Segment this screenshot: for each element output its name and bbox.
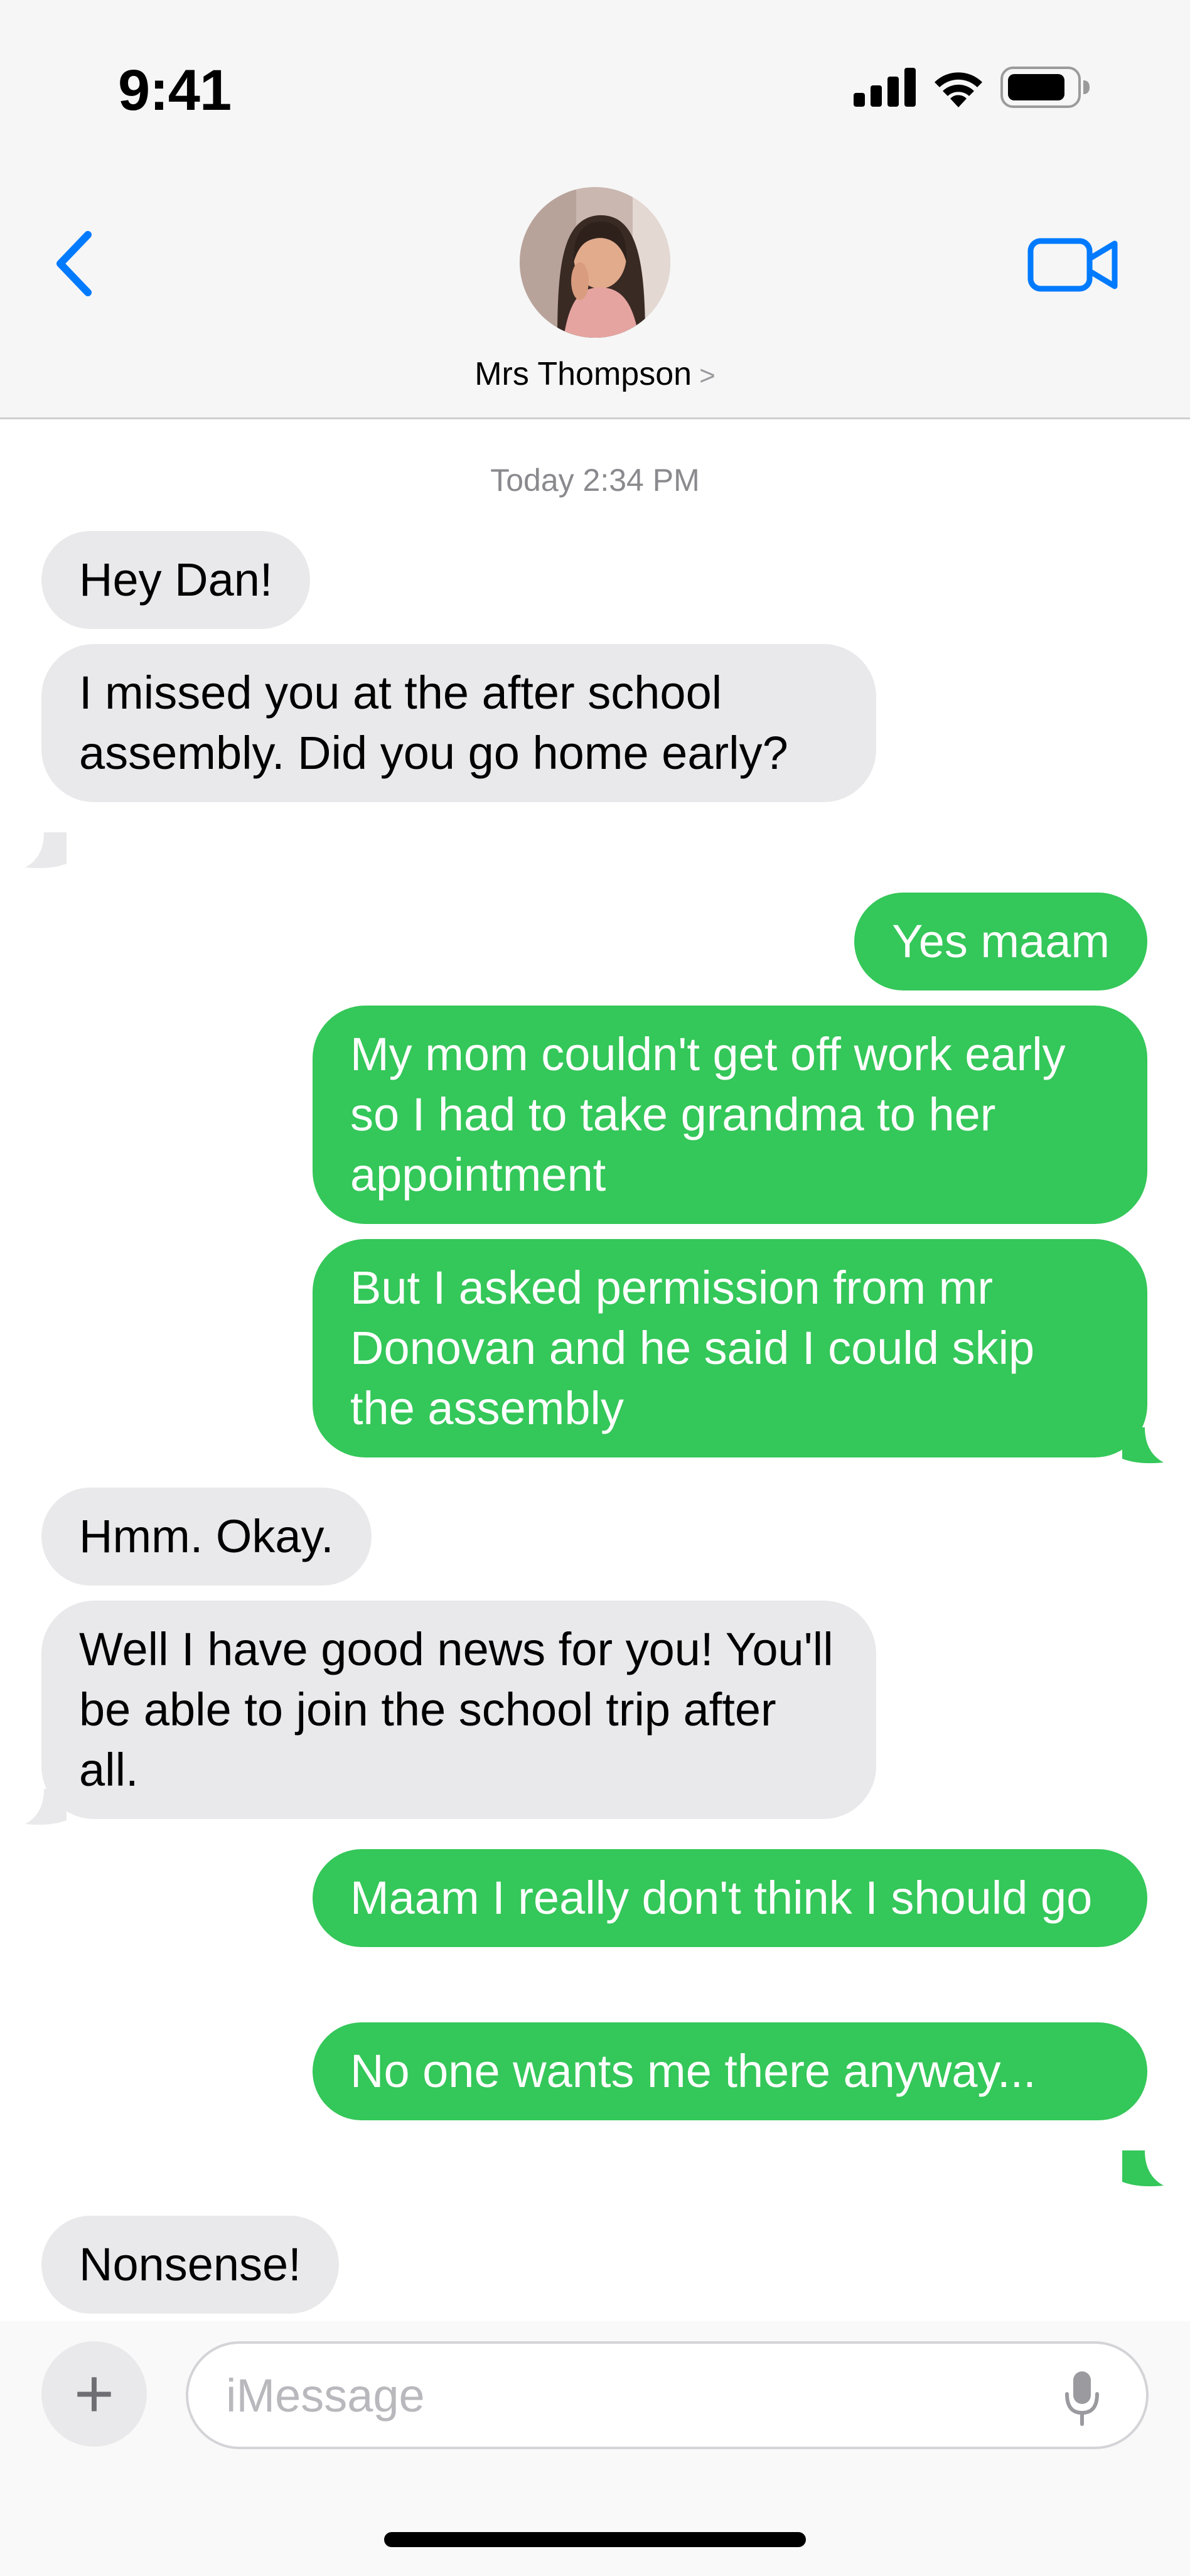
status-icons	[854, 65, 1090, 109]
message-bubble-incoming[interactable]: Nonsense!	[41, 2216, 339, 2314]
message-bubble-outgoing[interactable]: My mom couldn't get off work early so I …	[313, 1006, 1147, 1224]
message-bubble-incoming[interactable]: Well I have good news for you! You'll be…	[41, 1601, 876, 1819]
bubble-tail-outgoing	[1122, 2150, 1164, 2187]
message-bubble-outgoing[interactable]: Yes maam	[854, 893, 1147, 990]
message-bubble-incoming[interactable]: Hey Dan!	[41, 531, 311, 629]
cellular-signal-icon	[854, 68, 916, 107]
bubble-tail-outgoing	[1122, 1427, 1164, 1464]
messages-screen: 9:41 Mrs Thompson > Today 2:34 PM Hey Da…	[0, 0, 1190, 2576]
message-input-container	[186, 2341, 1149, 2449]
home-indicator[interactable]	[384, 2532, 806, 2547]
microphone-icon	[1065, 2371, 1099, 2426]
wifi-icon	[935, 72, 982, 107]
apps-plus-button[interactable]: +	[41, 2341, 147, 2447]
thread-timestamp: Today 2:34 PM	[490, 463, 700, 498]
message-bubble-outgoing[interactable]: Maam I really don't think I should go	[313, 1849, 1147, 1947]
message-bubble-incoming[interactable]: Hmm. Okay.	[41, 1488, 372, 1586]
battery-icon	[1000, 67, 1090, 108]
contact-avatar[interactable]	[520, 187, 670, 338]
contact-name-link[interactable]: Mrs Thompson >	[0, 355, 1190, 393]
dictation-button[interactable]	[1062, 2369, 1102, 2429]
message-bubble-incoming[interactable]: I missed you at the after school assembl…	[41, 644, 876, 802]
bubble-tail-incoming	[25, 832, 67, 869]
message-bubble-outgoing[interactable]: No one wants me there anyway...	[313, 2022, 1147, 2120]
facetime-video-button[interactable]	[1027, 233, 1121, 296]
chevron-right-icon: >	[699, 360, 716, 391]
contact-info: Mrs Thompson >	[0, 187, 1190, 393]
contact-name: Mrs Thompson	[474, 356, 692, 392]
bubble-tail-incoming	[25, 1789, 67, 1825]
video-camera-icon	[1027, 238, 1118, 292]
status-time: 9:41	[118, 58, 232, 122]
message-bubble-outgoing[interactable]: But I asked permission from mr Donovan a…	[313, 1239, 1147, 1457]
avatar-photo	[520, 187, 670, 338]
message-input[interactable]	[226, 2344, 1042, 2447]
